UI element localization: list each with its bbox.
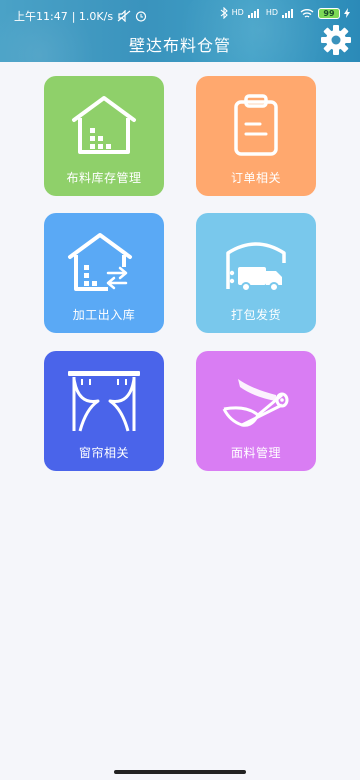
tile-label: 布料库存管理 <box>66 171 142 185</box>
clipboard-icon <box>234 94 278 156</box>
status-left: 上午11:47 | 1.0K/s <box>14 8 147 24</box>
tile-label: 订单相关 <box>230 171 281 185</box>
status-time: 上午11:47 <box>14 10 68 23</box>
warehouse-transfer-icon <box>68 233 132 291</box>
charging-icon <box>344 8 350 18</box>
signal-1-icon <box>247 9 259 18</box>
network-speed: | 1.0K/s <box>71 9 114 23</box>
alarm-icon <box>135 11 147 22</box>
mute-icon <box>117 10 131 22</box>
gear-icon[interactable] <box>320 24 352 56</box>
home-indicator[interactable] <box>114 770 246 774</box>
tile-label: 窗帘相关 <box>78 446 129 460</box>
tile-pack-ship[interactable]: 打包发货 <box>196 213 316 333</box>
curtain-icon <box>68 371 140 432</box>
tile-fabric-management[interactable]: 面料管理 <box>196 351 316 471</box>
battery-icon: 99 <box>318 7 340 19</box>
wifi-icon <box>300 8 314 18</box>
tile-processing-inout[interactable]: 加工出入库 <box>44 213 164 333</box>
status-bar: 上午11:47 | 1.0K/s HD HD 99 <box>0 0 360 30</box>
tile-fabric-inventory[interactable]: 布料库存管理 <box>44 76 164 196</box>
tile-label: 加工出入库 <box>72 308 136 322</box>
page-title: 壁达布料仓管 <box>128 36 231 55</box>
tile-curtains[interactable]: 窗帘相关 <box>44 351 164 471</box>
status-right: HD HD 99 <box>220 7 350 19</box>
tile-label: 面料管理 <box>230 446 281 460</box>
tile-orders[interactable]: 订单相关 <box>196 76 316 196</box>
bluetooth-icon <box>220 7 228 19</box>
signal-2-label: HD <box>265 8 278 17</box>
signal-2-icon <box>282 9 293 18</box>
delivery-truck-icon <box>226 242 286 292</box>
fabric-roll-icon <box>222 379 289 427</box>
signal-1-label: HD <box>231 8 244 17</box>
warehouse-icon <box>72 96 136 154</box>
tile-label: 打包发货 <box>230 308 281 322</box>
app-header: 上午11:47 | 1.0K/s HD HD 99 壁达布料仓管 <box>0 0 360 62</box>
